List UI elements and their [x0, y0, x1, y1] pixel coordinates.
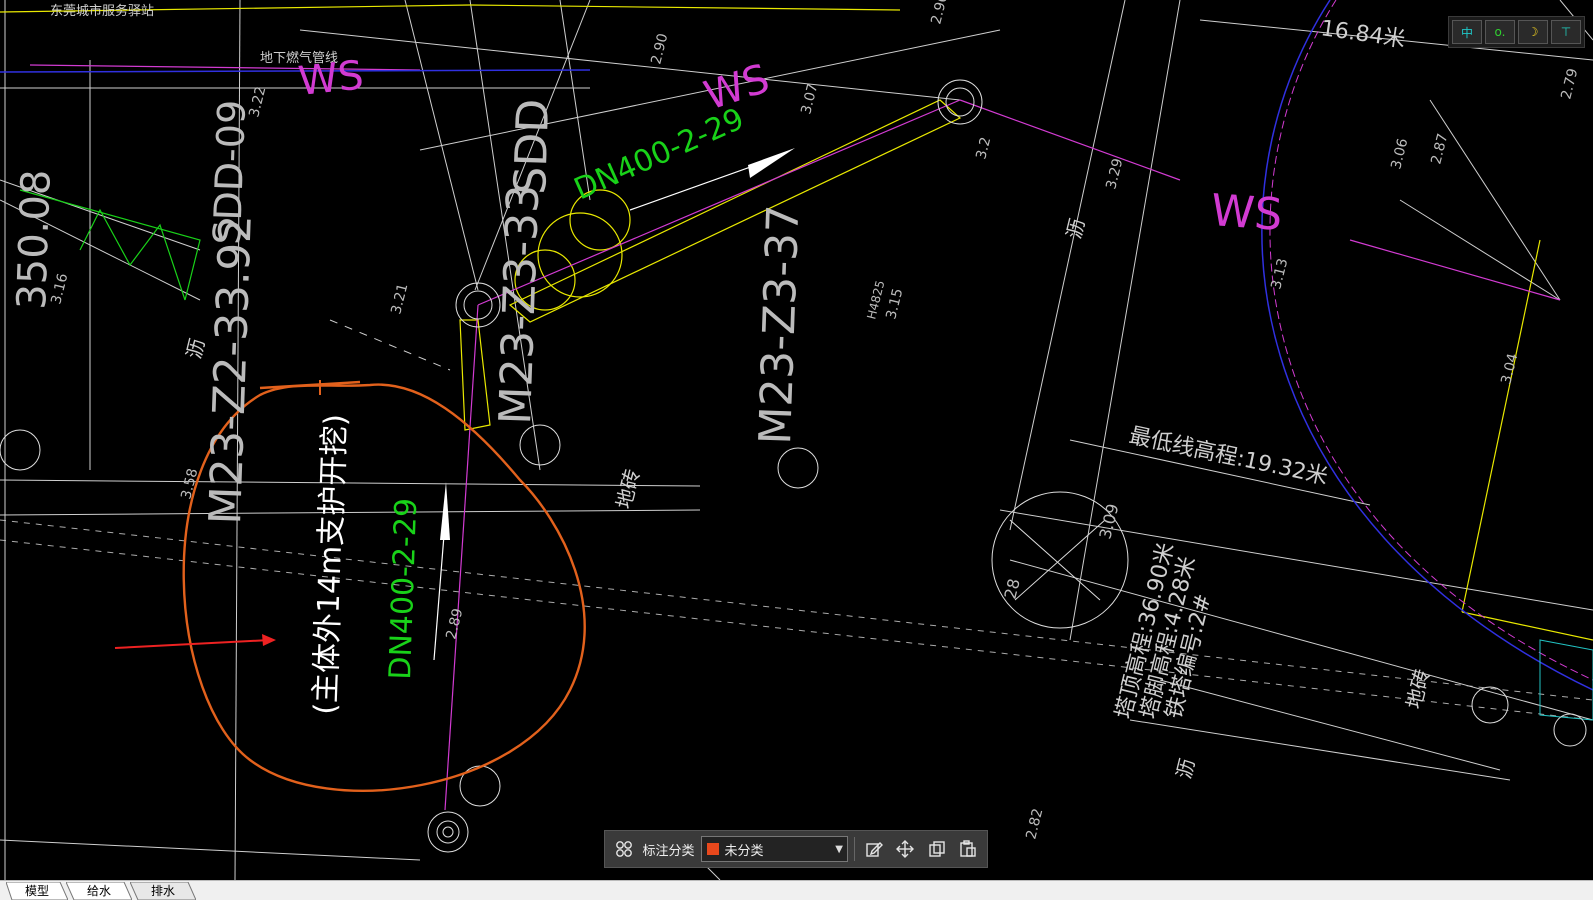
cad-drawing[interactable]: 东莞城市服务驿站 地下燃气管线 WS WS WS DN400-2-29 DN40… — [0, 0, 1593, 880]
label-num-290: 2.90 — [648, 32, 671, 66]
category-dropdown[interactable]: 未分类 ▼ — [700, 836, 848, 862]
label-num-322: 3.22 — [246, 85, 269, 119]
snap-toggle[interactable]: o. — [1485, 20, 1515, 44]
flow-arrow-2 — [440, 482, 450, 540]
label-top-elev: 16.84米 — [1319, 16, 1407, 53]
label-num-329: 3.29 — [1103, 157, 1126, 191]
center-button[interactable]: 中 — [1452, 20, 1482, 44]
tab-model-label: 模型 — [24, 884, 49, 898]
label-num-321: 3.21 — [388, 282, 411, 316]
move-icon[interactable] — [892, 836, 918, 862]
label-main-body-note: (主体外14m支护开挖) — [308, 413, 353, 715]
layout-tab-bar: 模型 给水 排水 — [0, 880, 1593, 900]
red-arrow — [114, 634, 276, 649]
label-sdd-1: SDD-09 — [205, 99, 254, 245]
label-num-304: 3.04 — [1498, 352, 1521, 386]
edit-icon[interactable] — [861, 836, 887, 862]
label-num-315: 3.15 — [883, 287, 906, 321]
theme-toggle-icon[interactable]: ☽ — [1518, 20, 1548, 44]
label-road-2: 沥 — [1062, 216, 1090, 241]
label-num-358: 3.58 — [178, 467, 201, 501]
label-num-32: 3.2 — [973, 135, 994, 160]
label-curb-1: 地砖 — [612, 467, 645, 512]
tab-model[interactable]: 模型 — [6, 882, 68, 900]
label-ws-1: WS — [296, 52, 365, 105]
chevron-down-icon: ▼ — [835, 843, 843, 855]
label-num-289: 2.89 — [443, 607, 466, 641]
label-lowest-line: 最低线高程:19.32米 — [1127, 423, 1330, 490]
pin-icon[interactable]: ⊤ — [1551, 20, 1581, 44]
tab-water-supply-label: 给水 — [86, 884, 111, 898]
label-num-287: 2.87 — [1428, 132, 1451, 166]
grid-layout-icon[interactable] — [611, 836, 637, 862]
label-num-307: 3.07 — [798, 82, 821, 116]
tab-drainage[interactable]: 排水 — [130, 882, 196, 900]
label-pile-1: M23-Z2-33.92 — [200, 214, 262, 525]
label-pile-2: M23-Z3-33 — [490, 184, 549, 425]
paste-icon[interactable] — [955, 836, 981, 862]
cad-canvas[interactable]: 东莞城市服务驿站 地下燃气管线 WS WS WS DN400-2-29 DN40… — [0, 0, 1593, 880]
label-num-313: 3.13 — [1268, 257, 1291, 291]
label-ws-3: WS — [1209, 185, 1284, 241]
tab-drainage-label: 排水 — [150, 884, 175, 898]
label-num-296: 2.96 — [928, 0, 951, 26]
label-road-3: 沥 — [1172, 756, 1200, 781]
label-num-309: 3.09 — [1095, 502, 1122, 541]
label-num-28: 28 — [1000, 577, 1023, 601]
tab-water-supply[interactable]: 给水 — [66, 882, 132, 900]
toolbar-divider — [853, 837, 855, 861]
label-curb-2: 地砖 — [1402, 667, 1435, 712]
annotation-toolbar: 标注分类 未分类 ▼ — [604, 830, 988, 868]
category-label: 标注分类 — [642, 843, 695, 859]
view-toolbar: 中 o. ☽ ⊤ — [1448, 16, 1585, 48]
label-num-279: 2.79 — [1558, 67, 1581, 101]
label-num-282: 2.82 — [1023, 807, 1046, 841]
label-dn400-top: DN400-2-29 — [569, 101, 749, 207]
label-dn400-left: DN400-2-29 — [383, 497, 424, 680]
label-sdd-2: SDD — [505, 98, 559, 195]
category-value: 未分类 — [724, 843, 764, 859]
label-pile-3: M23-Z3-37 — [750, 204, 809, 445]
label-num-306: 3.06 — [1388, 137, 1411, 171]
label-city-service: 东莞城市服务驿站 — [50, 3, 154, 19]
category-color-swatch — [705, 842, 720, 856]
copy-icon[interactable] — [924, 836, 950, 862]
